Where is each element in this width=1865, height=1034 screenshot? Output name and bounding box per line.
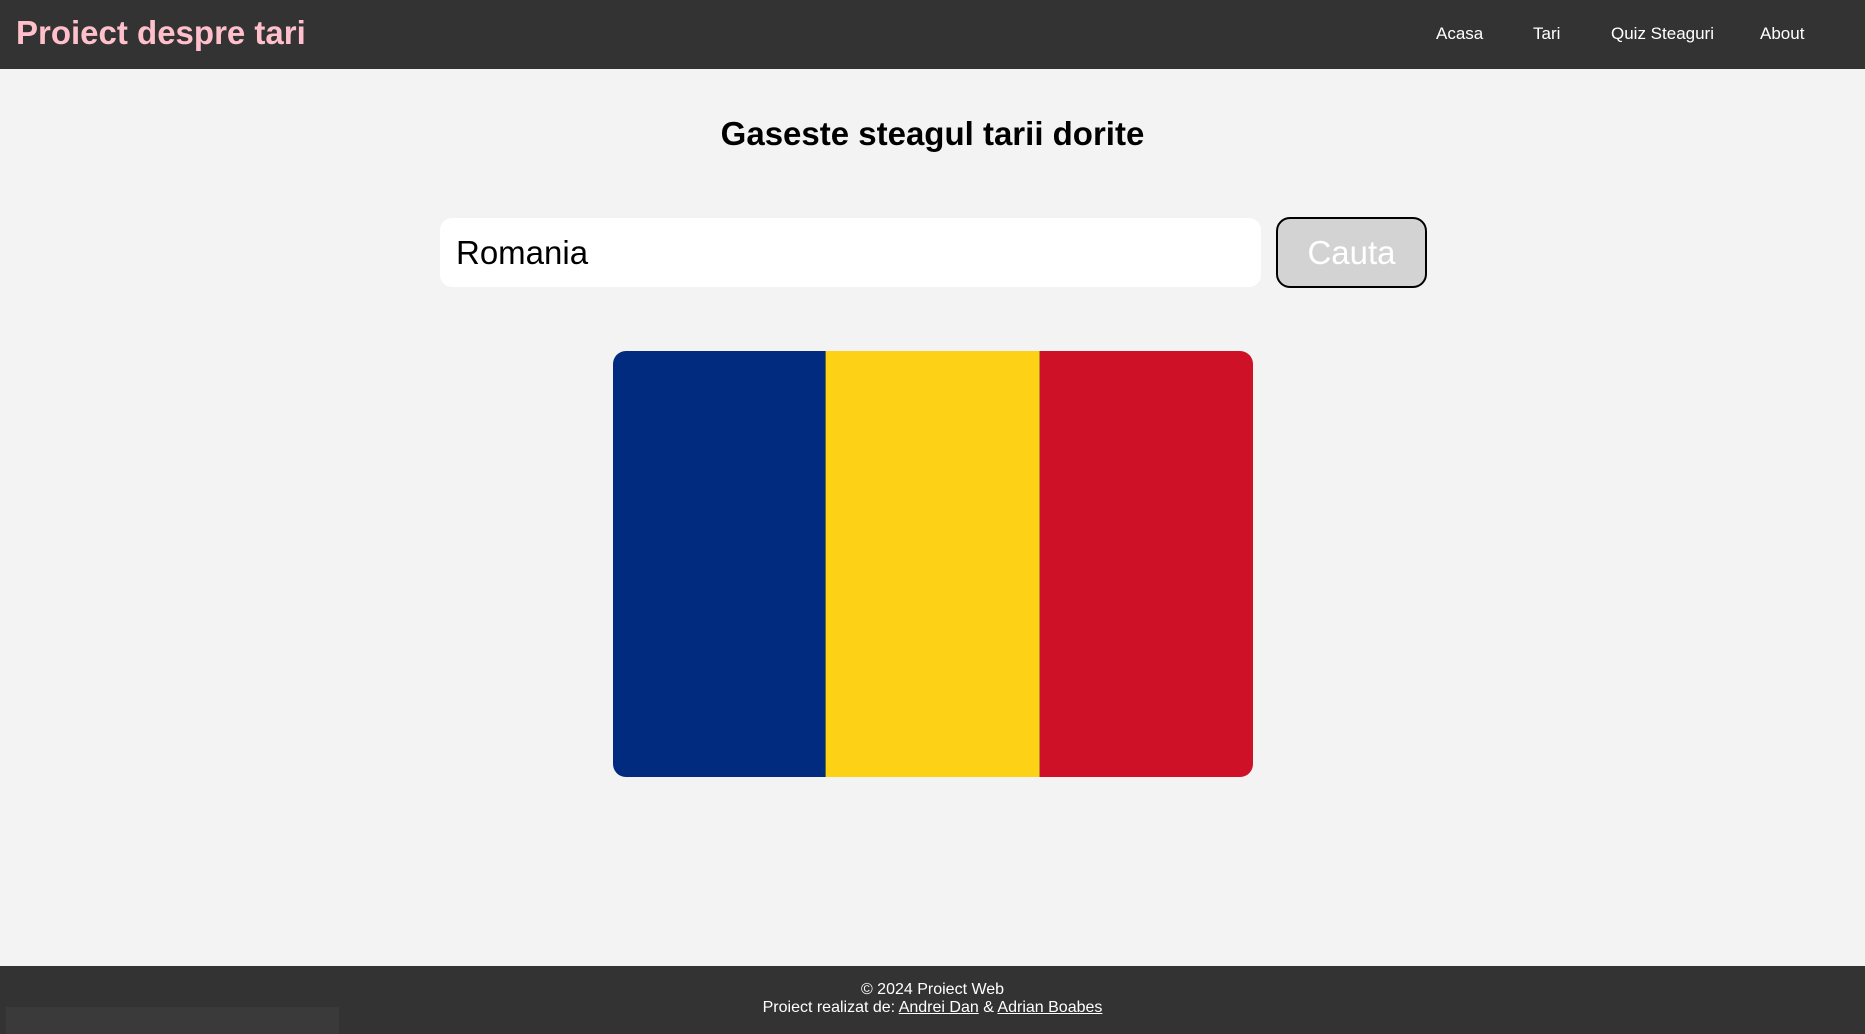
flag-image xyxy=(613,351,1253,777)
nav-link-home[interactable]: Acasa xyxy=(1436,24,1483,44)
author-link-adrian-boabes[interactable]: Adrian Boabes xyxy=(997,999,1102,1016)
search-button[interactable]: Cauta xyxy=(1276,217,1427,288)
page-title: Gaseste steagul tarii dorite xyxy=(720,115,1145,152)
nav-link-about[interactable]: About xyxy=(1760,24,1804,44)
author-link-andrei-dan[interactable]: Andrei Dan xyxy=(899,999,979,1016)
flag-stripe-yellow xyxy=(826,351,1040,777)
footer-decorative-strip xyxy=(6,1007,339,1034)
country-search-input[interactable] xyxy=(440,218,1261,287)
nav-link-countries[interactable]: Tari xyxy=(1533,24,1560,44)
footer-separator: & xyxy=(983,999,994,1016)
top-navigation-bar: Proiect despre tari Acasa Tari Quiz Stea… xyxy=(0,0,1865,69)
footer-copyright: © 2024 Proiect Web xyxy=(860,981,1005,998)
flag-stripe-blue xyxy=(613,351,827,777)
site-brand-title[interactable]: Proiect despre tari xyxy=(16,14,306,52)
footer-credits-label: Proiect realizat de: xyxy=(762,999,896,1016)
flag-stripe-red xyxy=(1039,351,1253,777)
nav-link-flag-quiz[interactable]: Quiz Steaguri xyxy=(1611,24,1714,44)
